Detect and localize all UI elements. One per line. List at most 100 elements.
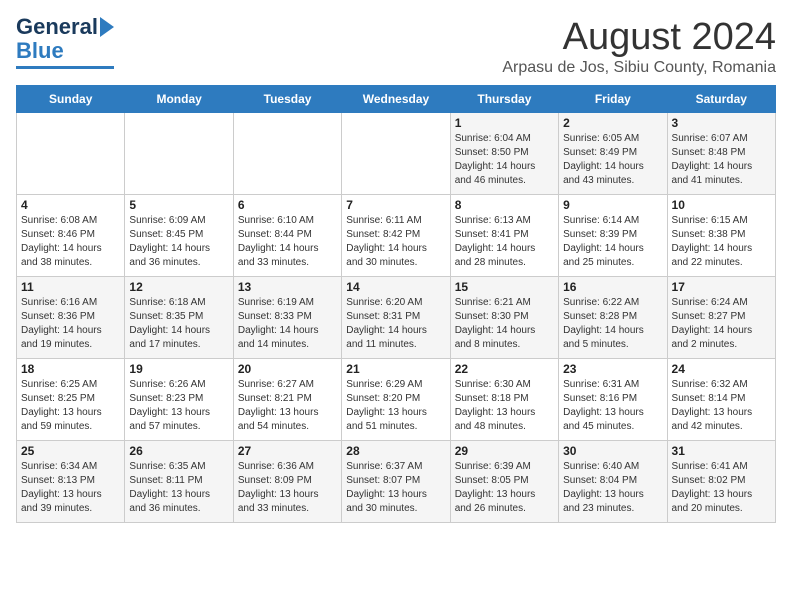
day-info: Sunrise: 6:39 AM Sunset: 8:05 PM Dayligh… — [455, 460, 554, 516]
calendar-cell: 10 Sunrise: 6:15 AM Sunset: 8:38 PM Dayli… — [667, 195, 775, 277]
calendar-cell — [233, 113, 341, 195]
calendar-cell: 18 Sunrise: 6:25 AM Sunset: 8:25 PM Dayli… — [17, 359, 125, 441]
logo-blue-text: Blue — [16, 38, 64, 64]
day-info: Sunrise: 6:16 AM Sunset: 8:36 PM Dayligh… — [21, 296, 120, 352]
day-number: 9 — [563, 198, 662, 212]
day-number: 2 — [563, 116, 662, 130]
calendar-cell: 2 Sunrise: 6:05 AM Sunset: 8:49 PM Daylig… — [559, 113, 667, 195]
day-number: 8 — [455, 198, 554, 212]
calendar-cell: 16Sunrise: 6:22 AM Sunset: 8:28 PM Dayli… — [559, 277, 667, 359]
day-number: 12 — [129, 280, 228, 294]
day-number: 15 — [455, 280, 554, 294]
day-number: 7 — [346, 198, 445, 212]
day-number: 11 — [21, 280, 120, 294]
calendar-cell: 25 Sunrise: 6:34 AM Sunset: 8:13 PM Dayli… — [17, 441, 125, 523]
day-number: 6 — [238, 198, 337, 212]
logo-general-text: General — [16, 16, 98, 38]
calendar-header-row: SundayMondayTuesdayWednesdayThursdayFrid… — [17, 86, 776, 113]
calendar-cell: 29 Sunrise: 6:39 AM Sunset: 8:05 PM Dayli… — [450, 441, 558, 523]
calendar-cell: 9Sunrise: 6:14 AM Sunset: 8:39 PM Daylig… — [559, 195, 667, 277]
column-header-wednesday: Wednesday — [342, 86, 450, 113]
calendar-cell: 23Sunrise: 6:31 AM Sunset: 8:16 PM Dayli… — [559, 359, 667, 441]
calendar-cell: 28 Sunrise: 6:37 AM Sunset: 8:07 PM Dayli… — [342, 441, 450, 523]
day-info: Sunrise: 6:09 AM Sunset: 8:45 PM Dayligh… — [129, 214, 228, 270]
calendar-week-row: 1Sunrise: 6:04 AM Sunset: 8:50 PM Daylig… — [17, 113, 776, 195]
day-number: 14 — [346, 280, 445, 294]
calendar-cell: 3Sunrise: 6:07 AM Sunset: 8:48 PM Daylig… — [667, 113, 775, 195]
day-info: Sunrise: 6:13 AM Sunset: 8:41 PM Dayligh… — [455, 214, 554, 270]
calendar-cell — [125, 113, 233, 195]
day-info: Sunrise: 6:10 AM Sunset: 8:44 PM Dayligh… — [238, 214, 337, 270]
day-info: Sunrise: 6:32 AM Sunset: 8:14 PM Dayligh… — [672, 378, 771, 434]
day-info: Sunrise: 6:31 AM Sunset: 8:16 PM Dayligh… — [563, 378, 662, 434]
day-info: Sunrise: 6:27 AM Sunset: 8:21 PM Dayligh… — [238, 378, 337, 434]
day-number: 26 — [129, 444, 228, 458]
day-number: 20 — [238, 362, 337, 376]
calendar-cell: 6 Sunrise: 6:10 AM Sunset: 8:44 PM Daylig… — [233, 195, 341, 277]
calendar-cell: 15Sunrise: 6:21 AM Sunset: 8:30 PM Dayli… — [450, 277, 558, 359]
day-info: Sunrise: 6:36 AM Sunset: 8:09 PM Dayligh… — [238, 460, 337, 516]
title-area: August 2024 Arpasu de Jos, Sibiu County,… — [502, 16, 776, 77]
calendar-week-row: 4 Sunrise: 6:08 AM Sunset: 8:46 PM Daylig… — [17, 195, 776, 277]
day-info: Sunrise: 6:11 AM Sunset: 8:42 PM Dayligh… — [346, 214, 445, 270]
day-info: Sunrise: 6:26 AM Sunset: 8:23 PM Dayligh… — [129, 378, 228, 434]
day-number: 3 — [672, 116, 771, 130]
day-info: Sunrise: 6:08 AM Sunset: 8:46 PM Dayligh… — [21, 214, 120, 270]
day-number: 28 — [346, 444, 445, 458]
day-number: 17 — [672, 280, 771, 294]
day-number: 27 — [238, 444, 337, 458]
calendar-cell: 20 Sunrise: 6:27 AM Sunset: 8:21 PM Dayli… — [233, 359, 341, 441]
calendar-cell: 5 Sunrise: 6:09 AM Sunset: 8:45 PM Daylig… — [125, 195, 233, 277]
calendar-cell: 12Sunrise: 6:18 AM Sunset: 8:35 PM Dayli… — [125, 277, 233, 359]
calendar-week-row: 25 Sunrise: 6:34 AM Sunset: 8:13 PM Dayli… — [17, 441, 776, 523]
logo: General Blue — [16, 16, 114, 69]
month-title: August 2024 — [502, 16, 776, 59]
day-info: Sunrise: 6:05 AM Sunset: 8:49 PM Dayligh… — [563, 132, 662, 188]
calendar-table: SundayMondayTuesdayWednesdayThursdayFrid… — [16, 85, 776, 523]
day-number: 31 — [672, 444, 771, 458]
day-number: 10 — [672, 198, 771, 212]
day-info: Sunrise: 6:37 AM Sunset: 8:07 PM Dayligh… — [346, 460, 445, 516]
header: General Blue August 2024 Arpasu de Jos, … — [16, 16, 776, 77]
day-number: 19 — [129, 362, 228, 376]
day-info: Sunrise: 6:41 AM Sunset: 8:02 PM Dayligh… — [672, 460, 771, 516]
calendar-cell: 19 Sunrise: 6:26 AM Sunset: 8:23 PM Dayli… — [125, 359, 233, 441]
calendar-cell: 4 Sunrise: 6:08 AM Sunset: 8:46 PM Daylig… — [17, 195, 125, 277]
day-number: 22 — [455, 362, 554, 376]
day-info: Sunrise: 6:22 AM Sunset: 8:28 PM Dayligh… — [563, 296, 662, 352]
day-number: 4 — [21, 198, 120, 212]
calendar-cell — [17, 113, 125, 195]
calendar-cell: 26 Sunrise: 6:35 AM Sunset: 8:11 PM Dayli… — [125, 441, 233, 523]
day-number: 18 — [21, 362, 120, 376]
day-number: 13 — [238, 280, 337, 294]
column-header-saturday: Saturday — [667, 86, 775, 113]
location-title: Arpasu de Jos, Sibiu County, Romania — [502, 59, 776, 77]
column-header-tuesday: Tuesday — [233, 86, 341, 113]
day-info: Sunrise: 6:35 AM Sunset: 8:11 PM Dayligh… — [129, 460, 228, 516]
day-number: 25 — [21, 444, 120, 458]
day-number: 21 — [346, 362, 445, 376]
day-info: Sunrise: 6:34 AM Sunset: 8:13 PM Dayligh… — [21, 460, 120, 516]
calendar-cell: 21Sunrise: 6:29 AM Sunset: 8:20 PM Dayli… — [342, 359, 450, 441]
calendar-cell: 22Sunrise: 6:30 AM Sunset: 8:18 PM Dayli… — [450, 359, 558, 441]
column-header-friday: Friday — [559, 86, 667, 113]
day-number: 1 — [455, 116, 554, 130]
day-info: Sunrise: 6:25 AM Sunset: 8:25 PM Dayligh… — [21, 378, 120, 434]
day-info: Sunrise: 6:19 AM Sunset: 8:33 PM Dayligh… — [238, 296, 337, 352]
calendar-cell: 8 Sunrise: 6:13 AM Sunset: 8:41 PM Daylig… — [450, 195, 558, 277]
calendar-cell: 17 Sunrise: 6:24 AM Sunset: 8:27 PM Dayli… — [667, 277, 775, 359]
logo-arrow-icon — [100, 17, 114, 37]
day-info: Sunrise: 6:40 AM Sunset: 8:04 PM Dayligh… — [563, 460, 662, 516]
column-header-monday: Monday — [125, 86, 233, 113]
calendar-cell: 7 Sunrise: 6:11 AM Sunset: 8:42 PM Daylig… — [342, 195, 450, 277]
day-number: 5 — [129, 198, 228, 212]
day-number: 24 — [672, 362, 771, 376]
day-info: Sunrise: 6:15 AM Sunset: 8:38 PM Dayligh… — [672, 214, 771, 270]
calendar-cell — [342, 113, 450, 195]
day-number: 29 — [455, 444, 554, 458]
day-info: Sunrise: 6:20 AM Sunset: 8:31 PM Dayligh… — [346, 296, 445, 352]
calendar-week-row: 18 Sunrise: 6:25 AM Sunset: 8:25 PM Dayli… — [17, 359, 776, 441]
day-info: Sunrise: 6:24 AM Sunset: 8:27 PM Dayligh… — [672, 296, 771, 352]
calendar-cell: 11 Sunrise: 6:16 AM Sunset: 8:36 PM Dayli… — [17, 277, 125, 359]
calendar-week-row: 11 Sunrise: 6:16 AM Sunset: 8:36 PM Dayli… — [17, 277, 776, 359]
